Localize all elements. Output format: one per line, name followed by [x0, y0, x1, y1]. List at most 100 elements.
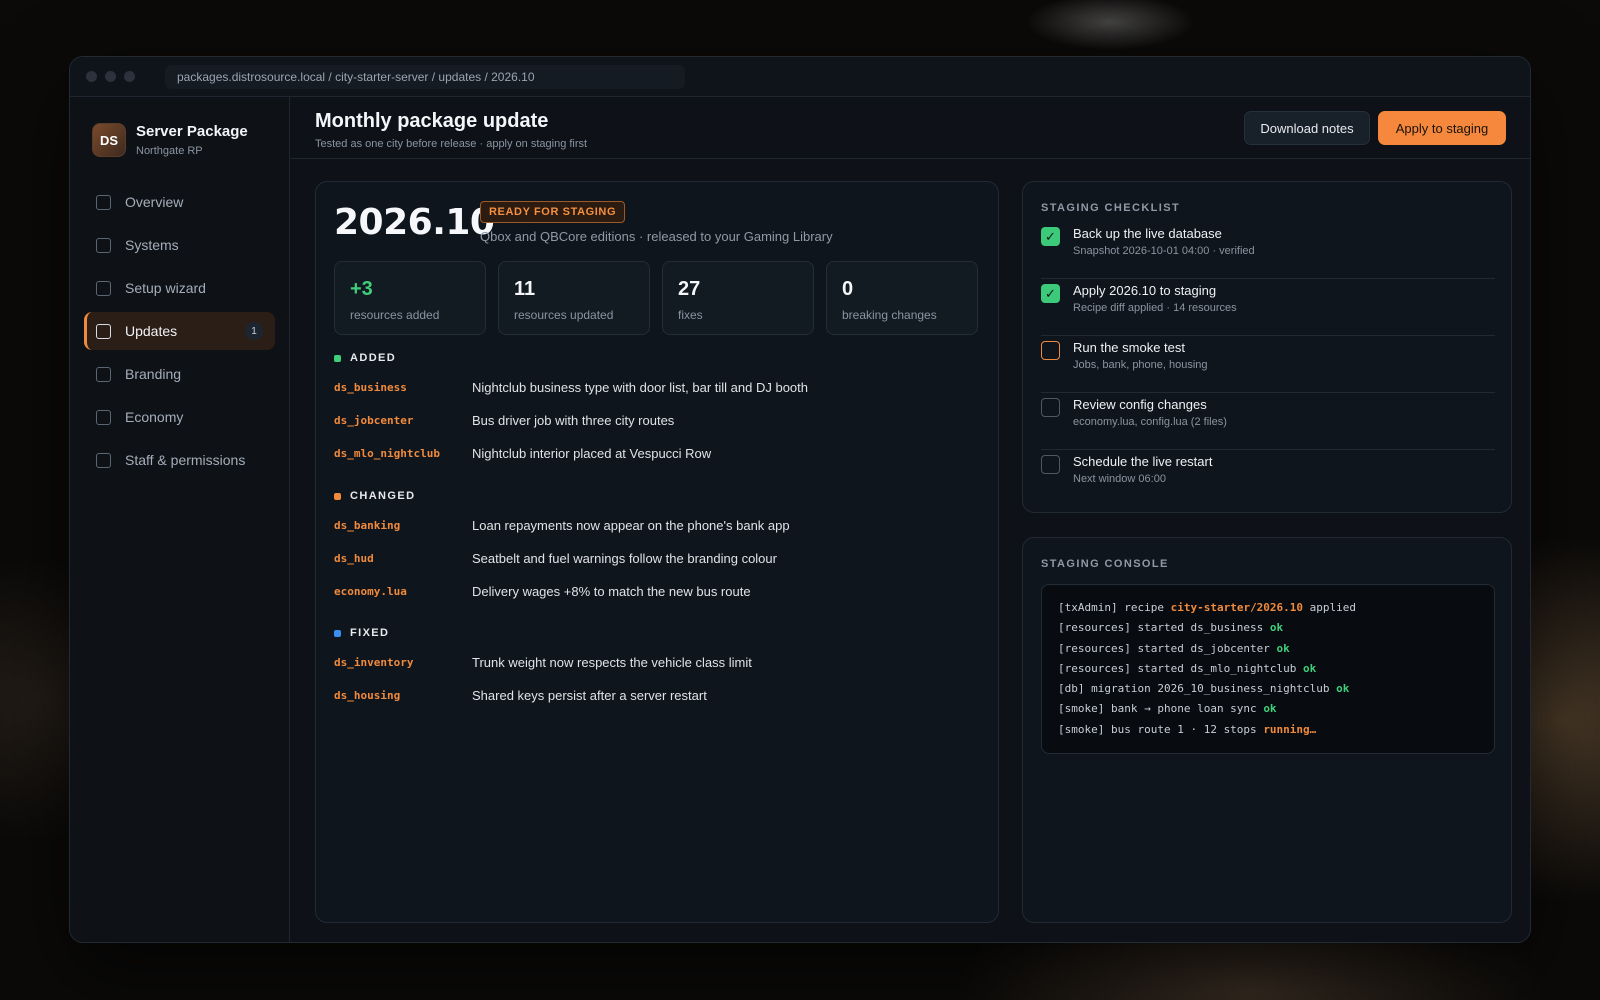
- resource-name[interactable]: ds_mlo_nightclub: [334, 447, 472, 460]
- section-fixed: FIXED ds_inventory Trunk weight now respec…: [334, 627, 752, 712]
- console-status: ok: [1336, 682, 1350, 696]
- console-line: [resources] started ds_business ok: [1058, 621, 1478, 641]
- apply-to-staging-button[interactable]: Apply to staging: [1378, 111, 1506, 145]
- resource-name[interactable]: ds_business: [334, 381, 472, 394]
- section-heading: CHANGED: [334, 490, 790, 502]
- sidebar-item-label: Updates: [125, 323, 178, 339]
- status-badge: READY FOR STAGING: [480, 201, 626, 223]
- window-minimize-dot[interactable]: [105, 71, 116, 82]
- resource-name[interactable]: ds_inventory: [334, 656, 472, 669]
- stat-card: +3 resources added: [334, 261, 486, 335]
- checklist-item[interactable]: Review config changes economy.lua, config…: [1041, 393, 1495, 450]
- updates-count-badge: 1: [245, 322, 263, 340]
- checklist-item-title: Run the smoke test: [1073, 340, 1185, 355]
- download-notes-button[interactable]: Download notes: [1244, 111, 1370, 145]
- checkbox[interactable]: ✓: [1041, 284, 1060, 303]
- resource-name[interactable]: ds_banking: [334, 519, 472, 532]
- checklist-item-title: Back up the live database: [1073, 226, 1222, 241]
- checklist-item[interactable]: ✓ Apply 2026.10 to staging Recipe diff app…: [1041, 279, 1495, 336]
- checkbox[interactable]: [1041, 341, 1060, 360]
- stat-label: breaking changes: [842, 308, 937, 322]
- sidebar-item-systems[interactable]: Systems: [84, 226, 275, 264]
- change-description: Trunk weight now respects the vehicle cl…: [472, 655, 752, 670]
- checklist-item-detail: Recipe diff applied · 14 resources: [1073, 302, 1237, 314]
- staging-console-card: STAGING CONSOLE [txAdmin] recipe city-st…: [1022, 537, 1512, 923]
- console-status: running…: [1263, 722, 1317, 736]
- sidebar-item-setup-wizard[interactable]: Setup wizard: [84, 269, 275, 307]
- console-status: ok: [1269, 621, 1284, 635]
- checklist-item-detail: Snapshot 2026-10-01 04:00 · verified: [1073, 245, 1255, 257]
- stat-value: 11: [514, 278, 536, 300]
- console-text: [txAdmin] recipe: [1058, 601, 1171, 614]
- console-text: [smoke] bus route 1 · 12 stops: [1058, 722, 1264, 736]
- section-changed: CHANGED ds_banking Loan repayments now app…: [334, 490, 790, 608]
- brand: DS Server Package Northgate RP: [70, 97, 289, 157]
- staging-console[interactable]: [txAdmin] recipe city-starter/2026.10 ap…: [1041, 584, 1495, 754]
- checklist-item-detail: Next window 06:00: [1073, 473, 1166, 485]
- change-description: Nightclub interior placed at Vespucci Ro…: [472, 446, 712, 461]
- checklist-title: STAGING CHECKLIST: [1041, 202, 1181, 214]
- stat-label: resources updated: [514, 308, 614, 322]
- console-line: [db] migration 2026_10_business_nightclu…: [1058, 682, 1478, 702]
- change-description: Delivery wages +8% to match the new bus …: [472, 584, 751, 599]
- sidebar-item-label: Branding: [125, 366, 182, 382]
- section-title: CHANGED: [350, 490, 416, 502]
- console-text: [resources] started ds_business: [1058, 621, 1270, 635]
- page-header: Monthly package update Tested as one cit…: [291, 97, 1530, 159]
- change-row: ds_housing Shared keys persist after a se…: [334, 679, 752, 712]
- release-description: Qbox and QBCore editions · released to y…: [480, 229, 833, 244]
- release-stats: +3 resources added 11 resources updated 27 fi…: [334, 261, 990, 335]
- window-close-dot[interactable]: [86, 71, 97, 82]
- nav-square-icon: [96, 452, 111, 468]
- brand-logo: DS: [92, 123, 126, 157]
- checklist-item[interactable]: Schedule the live restart Next window 06:…: [1041, 450, 1495, 507]
- nav-square-icon: [96, 194, 111, 210]
- stat-value: +3: [350, 278, 373, 300]
- change-row: ds_mlo_nightclub Nightclub interior place…: [334, 437, 808, 470]
- change-row: ds_banking Loan repayments now appear on …: [334, 509, 790, 542]
- sidebar-item-overview[interactable]: Overview: [84, 183, 275, 221]
- stat-card: 27 fixes: [662, 261, 814, 335]
- section-title: ADDED: [350, 352, 397, 364]
- checkbox[interactable]: [1041, 398, 1060, 417]
- nav-square-icon: [96, 366, 111, 382]
- resource-name[interactable]: ds_housing: [334, 689, 472, 702]
- change-description: Bus driver job with three city routes: [472, 413, 675, 428]
- console-title: STAGING CONSOLE: [1041, 558, 1169, 570]
- section-title: FIXED: [350, 627, 390, 639]
- stat-card: 11 resources updated: [498, 261, 650, 335]
- sidebar: DS Server Package Northgate RP Overview S…: [70, 97, 290, 942]
- console-text: [resources] started ds_mlo_nightclub: [1058, 661, 1304, 675]
- stat-label: fixes: [678, 308, 703, 322]
- checklist-item-detail: economy.lua, config.lua (2 files): [1073, 416, 1227, 428]
- resource-name[interactable]: ds_jobcenter: [334, 414, 472, 427]
- checkbox[interactable]: ✓: [1041, 227, 1060, 246]
- sidebar-item-staff-permissions[interactable]: Staff & permissions: [84, 441, 275, 479]
- release-card: 2026.10 READY FOR STAGING Qbox and QBCor…: [315, 181, 999, 923]
- window-maximize-dot[interactable]: [124, 71, 135, 82]
- console-status: city-starter/2026.10: [1170, 601, 1304, 614]
- resource-name[interactable]: ds_hud: [334, 552, 472, 565]
- checklist-item-title: Schedule the live restart: [1073, 454, 1213, 469]
- nav-square-icon: [96, 237, 111, 253]
- checklist-item-title: Apply 2026.10 to staging: [1073, 283, 1217, 298]
- resource-name[interactable]: economy.lua: [334, 585, 472, 598]
- section-heading: ADDED: [334, 352, 808, 364]
- checkbox[interactable]: [1041, 455, 1060, 474]
- section-heading: FIXED: [334, 627, 752, 639]
- change-row: ds_business Nightclub business type with …: [334, 371, 808, 404]
- sidebar-item-economy[interactable]: Economy: [84, 398, 275, 436]
- checklist-item[interactable]: Run the smoke test Jobs, bank, phone, hou…: [1041, 336, 1495, 393]
- release-version: 2026.10: [334, 202, 495, 243]
- sidebar-item-updates[interactable]: Updates 1: [84, 312, 275, 350]
- section-dot-icon: [334, 354, 341, 362]
- stat-value: 27: [678, 278, 701, 300]
- address-bar[interactable]: packages.distrosource.local / city-start…: [165, 64, 685, 89]
- sidebar-item-label: Overview: [125, 194, 184, 210]
- console-status: ok: [1276, 641, 1290, 655]
- brand-title: Server Package: [136, 123, 248, 140]
- checklist-item[interactable]: ✓ Back up the live database Snapshot 2026-…: [1041, 222, 1495, 279]
- sidebar-item-label: Systems: [125, 237, 179, 253]
- sidebar-item-branding[interactable]: Branding: [84, 355, 275, 393]
- console-line: [resources] started ds_mlo_nightclub ok: [1058, 662, 1478, 682]
